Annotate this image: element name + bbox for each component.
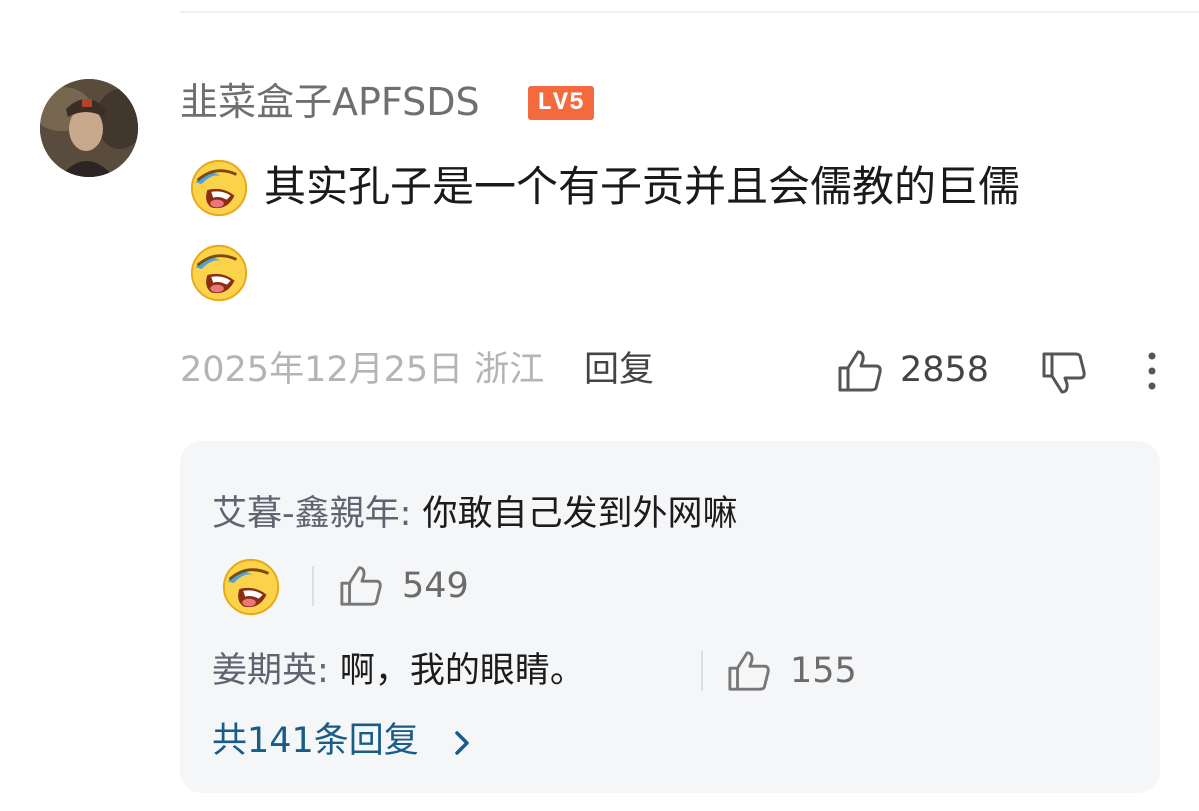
- reply-text: 你敢自己发到外网嘛: [411, 494, 738, 534]
- thumbs-up-icon[interactable]: [726, 649, 772, 693]
- avatar[interactable]: [40, 79, 138, 177]
- thumbs-up-icon[interactable]: [836, 348, 884, 394]
- chevron-right-icon[interactable]: [452, 728, 472, 758]
- reply-like-count: 155: [790, 651, 857, 691]
- reply-text: 啊，我的眼睛。: [328, 651, 585, 691]
- comment-location: 浙江: [474, 350, 545, 390]
- reply-author[interactable]: 姜期英:: [212, 651, 329, 691]
- more-options-icon[interactable]: [1140, 348, 1164, 394]
- reply-item[interactable]: 姜期英: 啊，我的眼睛。: [212, 647, 585, 695]
- laughing-crying-emoji-icon: [190, 159, 248, 217]
- laughing-crying-emoji-icon: [222, 558, 280, 616]
- comment-date: 2025年12月25日: [180, 350, 464, 390]
- reply-author[interactable]: 艾暮-鑫親年:: [212, 494, 411, 534]
- top-divider: [180, 11, 1199, 13]
- like-count: 2858: [900, 350, 990, 390]
- level-badge: LV5: [528, 86, 594, 120]
- divider: [312, 566, 314, 606]
- reply-like-count: 549: [402, 566, 469, 606]
- comment-text: 其实孔子是一个有子贡并且会儒教的巨儒: [264, 162, 1021, 211]
- thumbs-down-icon[interactable]: [1040, 350, 1088, 396]
- comment-username[interactable]: 韭菜盒子APFSDS: [180, 78, 480, 126]
- reply-item[interactable]: 艾暮-鑫親年: 你敢自己发到外网嘛: [212, 490, 738, 538]
- comment-date-location: 2025年12月25日 浙江: [180, 346, 544, 394]
- thumbs-up-icon[interactable]: [338, 564, 384, 608]
- view-all-replies-link[interactable]: 共141条回复: [212, 717, 419, 765]
- divider: [701, 651, 703, 691]
- reply-button[interactable]: 回复: [584, 346, 654, 394]
- laughing-crying-emoji-icon: [190, 244, 248, 302]
